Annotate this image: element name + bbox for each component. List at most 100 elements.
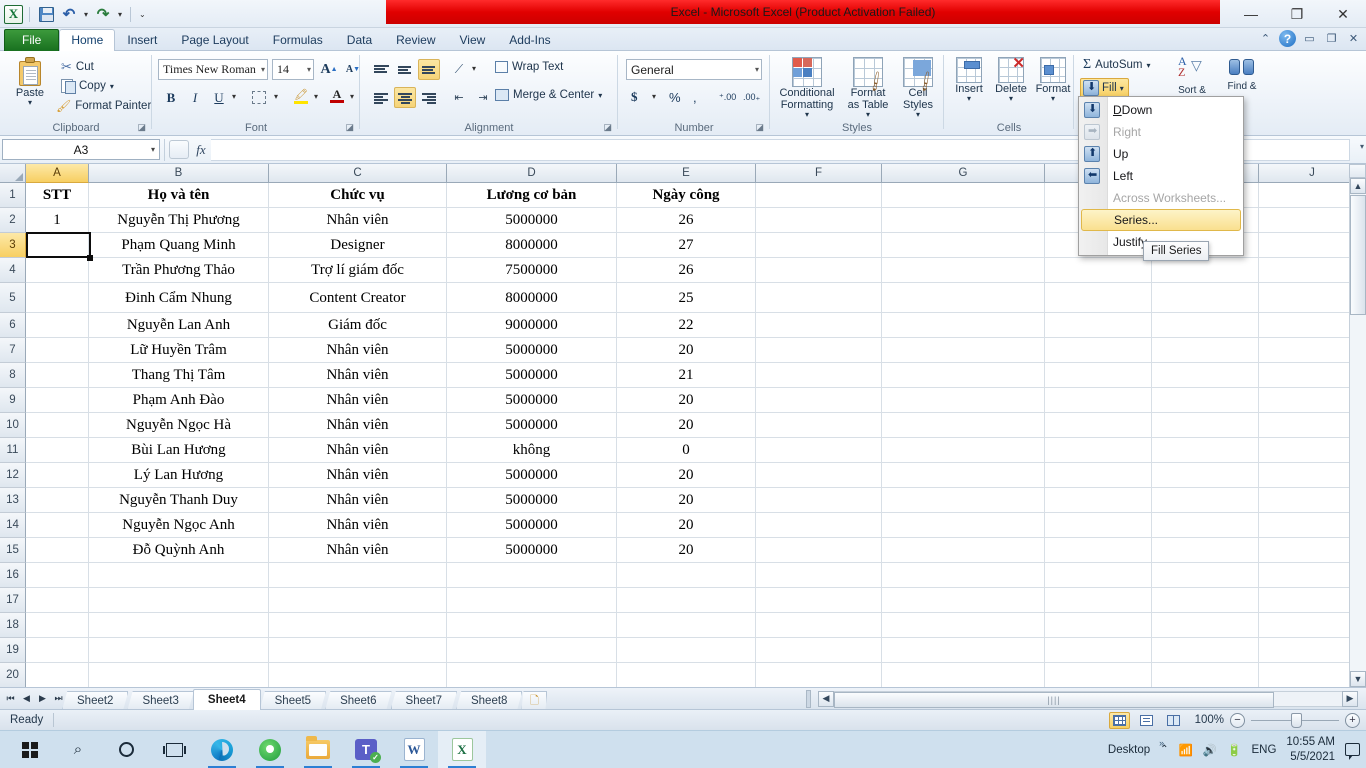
redo-icon[interactable]: ↷ — [93, 4, 113, 24]
font-color-button[interactable]: A — [326, 85, 348, 106]
underline-button[interactable]: U — [208, 87, 230, 108]
cell-C4[interactable]: Trợ lí giám đốc — [269, 258, 447, 283]
cell-A11[interactable] — [26, 438, 89, 463]
undo-dropdown-icon[interactable]: ▾ — [82, 10, 90, 19]
chevron-down-icon[interactable]: ▾ — [304, 65, 311, 74]
cell-B14[interactable]: Nguyễn Ngọc Anh — [89, 513, 269, 538]
tab-data[interactable]: Data — [335, 29, 384, 51]
cell-D14[interactable]: 5000000 — [447, 513, 617, 538]
cell-I18[interactable] — [1152, 613, 1259, 638]
scroll-down-icon[interactable]: ▼ — [1350, 671, 1366, 687]
cell-A9[interactable] — [26, 388, 89, 413]
cell-A10[interactable] — [26, 413, 89, 438]
cell-D10[interactable]: 5000000 — [447, 413, 617, 438]
row-header-4[interactable]: 4 — [0, 258, 26, 283]
column-header-A[interactable]: A — [26, 164, 89, 183]
wrap-text-button[interactable]: Wrap Text — [492, 60, 566, 74]
chevron-down-icon[interactable]: ▾ — [967, 95, 971, 104]
row-header-14[interactable]: 14 — [0, 513, 26, 538]
chevron-down-icon[interactable]: ▾ — [752, 65, 759, 74]
cell-F13[interactable] — [756, 488, 882, 513]
grow-font-button[interactable]: A▲ — [318, 59, 340, 80]
cell-H4[interactable] — [1045, 258, 1152, 283]
cell-E15[interactable]: 20 — [617, 538, 756, 563]
vertical-split-handle[interactable] — [1349, 164, 1366, 178]
currency-dropdown-icon[interactable]: ▾ — [650, 92, 658, 101]
decrease-decimal-button[interactable]: .00₊ — [740, 87, 763, 107]
cell-H14[interactable] — [1045, 513, 1152, 538]
insert-worksheet-icon[interactable]: 🗋 — [521, 691, 547, 710]
cell-D17[interactable] — [447, 588, 617, 613]
menu-item-series[interactable]: Series... — [1081, 209, 1241, 231]
cell-G20[interactable] — [882, 663, 1045, 687]
increase-indent-button[interactable]: ⇥ — [472, 87, 494, 108]
cell-F8[interactable] — [756, 363, 882, 388]
next-sheet-icon[interactable]: ▶ — [35, 691, 50, 706]
cell-I19[interactable] — [1152, 638, 1259, 663]
cell-F14[interactable] — [756, 513, 882, 538]
percent-button[interactable]: % — [666, 87, 684, 107]
customize-qat-icon[interactable]: ⌄ — [137, 10, 148, 19]
cell-E10[interactable]: 20 — [617, 413, 756, 438]
cell-B7[interactable]: Lữ Huyền Trâm — [89, 338, 269, 363]
row-header-17[interactable]: 17 — [0, 588, 26, 613]
cell-C5[interactable]: Content Creator — [269, 283, 447, 313]
cell-D19[interactable] — [447, 638, 617, 663]
cell-A3[interactable] — [26, 233, 89, 258]
cell-E14[interactable]: 20 — [617, 513, 756, 538]
align-left-button[interactable] — [370, 87, 392, 108]
row-header-5[interactable]: 5 — [0, 283, 26, 313]
underline-dropdown-icon[interactable]: ▾ — [230, 92, 238, 101]
sort-filter-button[interactable]: A Z ▽ Sort & — [1170, 55, 1214, 96]
cell-B12[interactable]: Lý Lan Hương — [89, 463, 269, 488]
desktop-label[interactable]: Desktop» — [1108, 744, 1150, 756]
cell-D6[interactable]: 9000000 — [447, 313, 617, 338]
sheet-tab-sheet4[interactable]: Sheet4 — [193, 689, 261, 710]
cell-F6[interactable] — [756, 313, 882, 338]
cell-D1[interactable]: Lương cơ bản — [447, 183, 617, 208]
cell-I15[interactable] — [1152, 538, 1259, 563]
first-sheet-icon[interactable]: ⏮ — [3, 691, 18, 706]
increase-decimal-button[interactable]: ⁺.00 — [716, 87, 739, 107]
cell-B11[interactable]: Bùi Lan Hương — [89, 438, 269, 463]
cell-A18[interactable] — [26, 613, 89, 638]
align-center-button[interactable] — [394, 87, 416, 108]
row-header-8[interactable]: 8 — [0, 363, 26, 388]
zoom-slider[interactable] — [1251, 720, 1339, 721]
tab-view[interactable]: View — [448, 29, 498, 51]
cell-C14[interactable]: Nhân viên — [269, 513, 447, 538]
cell-A12[interactable] — [26, 463, 89, 488]
cell-B6[interactable]: Nguyễn Lan Anh — [89, 313, 269, 338]
row-header-2[interactable]: 2 — [0, 208, 26, 233]
borders-button[interactable] — [248, 87, 270, 108]
cell-C19[interactable] — [269, 638, 447, 663]
number-dialog-launcher[interactable]: ◪ — [755, 122, 764, 133]
top-align-button[interactable] — [370, 59, 392, 80]
cortana-button[interactable] — [102, 731, 150, 768]
language-indicator[interactable]: ENG — [1251, 744, 1276, 756]
cell-G3[interactable] — [882, 233, 1045, 258]
sheet-tab-sheet3[interactable]: Sheet3 — [127, 691, 193, 710]
tab-add-ins[interactable]: Add-Ins — [497, 29, 562, 51]
cell-H16[interactable] — [1045, 563, 1152, 588]
cell-A1[interactable]: STT — [26, 183, 89, 208]
currency-button[interactable]: $ — [628, 87, 641, 107]
cell-D11[interactable]: không — [447, 438, 617, 463]
cell-C16[interactable] — [269, 563, 447, 588]
cell-G19[interactable] — [882, 638, 1045, 663]
cell-H17[interactable] — [1045, 588, 1152, 613]
cell-F5[interactable] — [756, 283, 882, 313]
autosum-button[interactable]: Σ AutoSum ▾ — [1080, 56, 1153, 74]
taskbar-app-teams[interactable]: T ✓ — [342, 731, 390, 768]
tab-home[interactable]: Home — [59, 29, 115, 51]
font-name-combo[interactable]: Times New Roman ▾ — [158, 59, 268, 80]
cell-F16[interactable] — [756, 563, 882, 588]
row-header-6[interactable]: 6 — [0, 313, 26, 338]
chevron-down-icon[interactable]: ▾ — [866, 111, 870, 120]
insert-cells-button[interactable]: Insert ▾ — [950, 57, 988, 104]
sheet-tab-sheet6[interactable]: Sheet6 — [325, 691, 391, 710]
cell-B18[interactable] — [89, 613, 269, 638]
cell-B17[interactable] — [89, 588, 269, 613]
collapse-ribbon-icon[interactable]: ⌃ — [1257, 31, 1274, 46]
cell-H9[interactable] — [1045, 388, 1152, 413]
